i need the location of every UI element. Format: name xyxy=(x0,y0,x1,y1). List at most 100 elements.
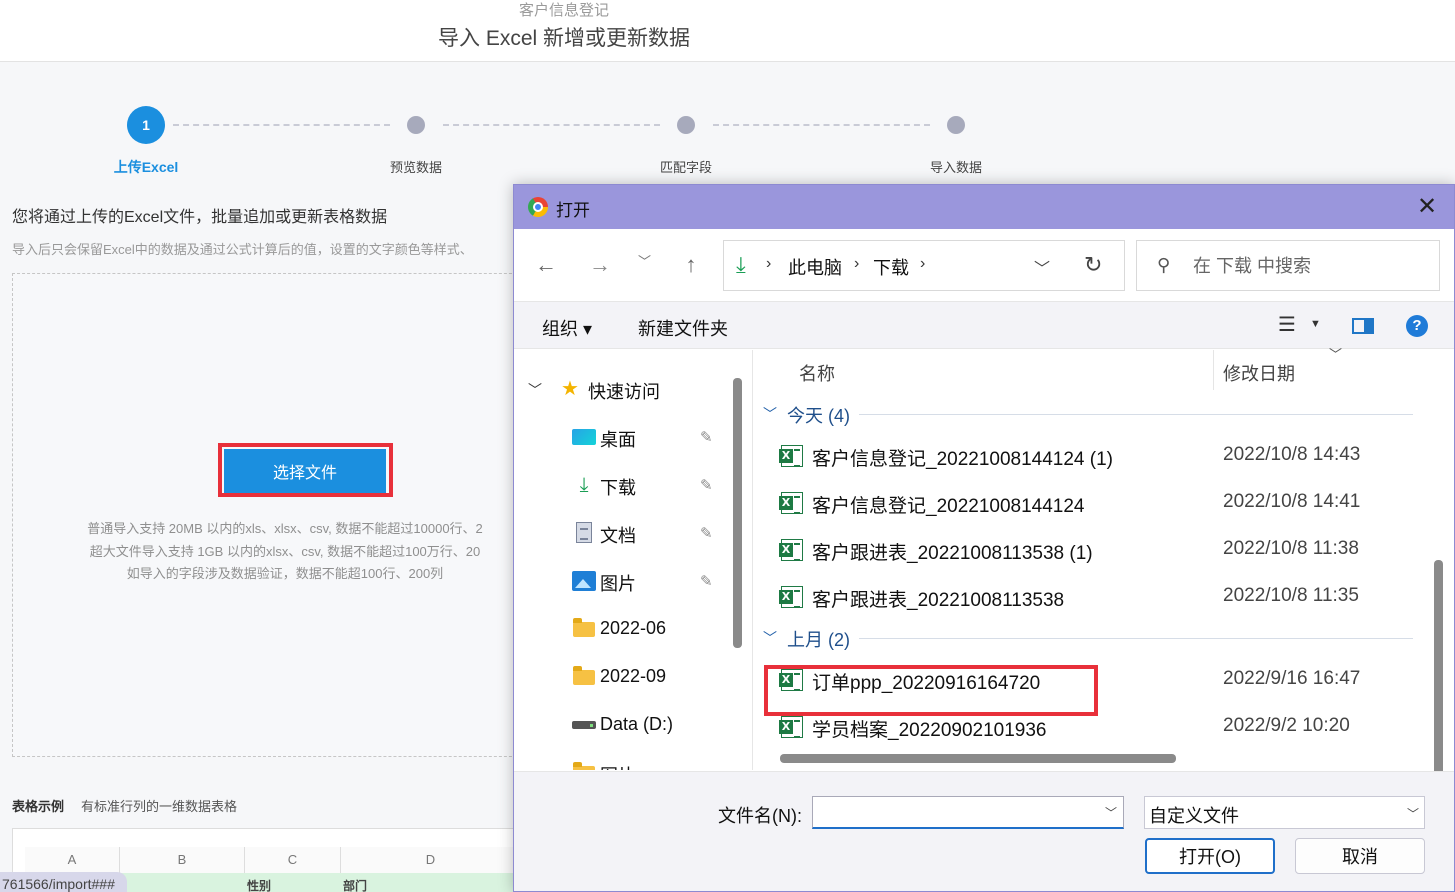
document-icon xyxy=(572,521,596,545)
step-connector xyxy=(713,124,930,126)
sidebar-item-label: Data (D:) xyxy=(600,714,674,734)
address-bar[interactable]: ⤓ › 此电脑 › 下载 › ﹀ ↻ xyxy=(723,240,1125,291)
file-list: 名称 修改日期 ﹀ ﹀ 今天 (4) 客户信息登记_20221008144124… xyxy=(752,347,1454,770)
sidebar-item-label: 文档 xyxy=(600,526,636,546)
recent-locations-chevron-icon[interactable]: ﹀ xyxy=(638,251,651,270)
step-2-label: 预览数据 xyxy=(389,160,442,175)
forward-arrow-icon[interactable]: → xyxy=(584,251,616,279)
choose-file-button[interactable]: 选择文件 xyxy=(224,449,386,493)
sidebar-scrollbar[interactable] xyxy=(733,378,742,648)
sidebar-item-pictures[interactable]: 图片 ✎ xyxy=(514,560,728,604)
sample-column-header: B xyxy=(120,847,245,873)
back-arrow-icon[interactable]: ← xyxy=(530,251,562,279)
view-options-icon[interactable]: ☰ xyxy=(1278,312,1296,337)
folder-icon xyxy=(572,665,596,689)
sidebar-item-folder-2022-09[interactable]: 2022-09 xyxy=(514,656,728,700)
navigation-bar: ← → ﹀ ↑ ⤓ › 此电脑 › 下载 › ﹀ ↻ ⚲ xyxy=(514,229,1454,301)
upload-hint-large: 超大文件导入支持 1GB 以内的xlsx、csv, 数据不能超过100万行、20 xyxy=(89,544,481,559)
preview-pane-icon[interactable] xyxy=(1352,318,1374,334)
step-3-label: 匹配字段 xyxy=(659,160,712,175)
new-folder-button[interactable]: 新建文件夹 xyxy=(638,315,728,341)
dialog-footer: 文件名(N): ﹀ 自定义文件 ﹀ 打开(O) 取消 xyxy=(514,771,1454,891)
group-header-last-month[interactable]: ﹀ 上月 (2) xyxy=(763,624,1413,654)
sidebar-item-quick-access[interactable]: ﹀ ★ 快速访问 xyxy=(514,368,728,412)
folder-icon xyxy=(572,761,596,770)
collapse-chevron-icon: ﹀ xyxy=(763,406,777,422)
app-subtitle: 客户信息登记 xyxy=(518,2,609,19)
sidebar-item-desktop[interactable]: 桌面 ✎ xyxy=(514,416,728,460)
excel-file-icon xyxy=(779,445,803,467)
group-divider xyxy=(859,414,1413,415)
up-arrow-icon[interactable]: ↑ xyxy=(675,251,707,279)
sidebar-item-documents[interactable]: 文档 ✎ xyxy=(514,512,728,556)
step-connector xyxy=(173,124,390,126)
sample-cell: 性别 xyxy=(247,879,272,892)
address-history-chevron-icon[interactable]: ﹀ xyxy=(1034,255,1050,279)
sidebar-item-folder-2022-06[interactable]: 2022-06 xyxy=(514,608,728,652)
step-3-indicator xyxy=(677,116,695,134)
search-box[interactable]: ⚲ xyxy=(1136,240,1440,291)
upload-intro: 您将通过上传的Excel文件，批量追加或更新表格数据 xyxy=(12,209,388,226)
sample-column-header: A xyxy=(25,847,120,873)
file-modified-date: 2022/9/2 10:20 xyxy=(1223,715,1350,736)
sample-cell: 部门 xyxy=(343,879,368,892)
sidebar-item-pictures-folder[interactable]: 图片 xyxy=(514,752,728,770)
view-options-caret-icon[interactable]: ▼ xyxy=(1310,318,1321,330)
sort-chevron-icon: ﹀ xyxy=(1329,347,1343,362)
sample-title: 表格示例 xyxy=(12,799,65,814)
breadcrumb-this-pc[interactable]: 此电脑 xyxy=(788,254,842,280)
sidebar-item-label: 下载 xyxy=(600,478,636,498)
expand-chevron-icon: ﹀ xyxy=(528,382,542,398)
navigation-pane: ﹀ ★ 快速访问 桌面 ✎ ⤓ 下载 ✎ 文档 ✎ 图片 ✎ 2022-06 2… xyxy=(514,350,746,770)
sidebar-item-label: 快速访问 xyxy=(588,382,660,402)
sidebar-item-data-drive[interactable]: Data (D:) xyxy=(514,704,728,748)
file-type-value: 自定义文件 xyxy=(1149,806,1239,826)
step-2-indicator xyxy=(407,116,425,134)
column-header-name[interactable]: 名称 xyxy=(799,360,835,386)
filename-history-chevron-icon[interactable]: ﹀ xyxy=(1105,804,1117,821)
breadcrumb-separator-icon: › xyxy=(854,255,860,272)
excel-file-icon xyxy=(779,586,803,608)
cancel-button[interactable]: 取消 xyxy=(1295,838,1425,874)
sidebar-item-label: 桌面 xyxy=(600,430,636,450)
file-type-select[interactable]: 自定义文件 ﹀ xyxy=(1144,796,1425,829)
folder-icon xyxy=(572,617,596,641)
download-icon: ⤓ xyxy=(579,474,589,496)
file-list-horizontal-scrollbar[interactable] xyxy=(780,754,1176,763)
pin-icon: ✎ xyxy=(700,525,713,542)
open-button[interactable]: 打开(O) xyxy=(1145,838,1275,874)
file-name: 客户跟进表_20221008113538 xyxy=(812,590,1065,611)
step-connector xyxy=(443,124,660,126)
file-list-header: 名称 修改日期 ﹀ xyxy=(753,347,1433,390)
sidebar-item-downloads[interactable]: ⤓ 下载 ✎ xyxy=(514,464,728,508)
close-icon[interactable]: ✕ xyxy=(1410,193,1444,221)
file-modified-date: 2022/10/8 11:35 xyxy=(1223,585,1359,606)
column-divider[interactable] xyxy=(1213,350,1214,390)
drive-icon xyxy=(572,713,596,737)
refresh-icon[interactable]: ↻ xyxy=(1084,252,1102,278)
help-icon[interactable]: ? xyxy=(1406,315,1428,337)
dialog-toolbar: 组织 ▾ 新建文件夹 ☰ ▼ ? xyxy=(514,301,1454,349)
sidebar-item-label: 2022-09 xyxy=(600,666,667,686)
file-row[interactable]: 客户信息登记_20221008144124 2022/10/8 14:41 xyxy=(759,483,1425,523)
pin-icon: ✎ xyxy=(700,429,713,446)
file-row[interactable]: 订单ppp_20220916164720 2022/9/16 16:47 xyxy=(759,660,1425,700)
sample-column-header: C xyxy=(245,847,341,873)
file-modified-date: 2022/10/8 11:38 xyxy=(1223,538,1359,559)
search-input[interactable] xyxy=(1193,251,1433,281)
upload-dropzone[interactable] xyxy=(12,273,532,757)
file-name: 客户信息登记_20221008144124 (1) xyxy=(812,449,1114,470)
organize-menu[interactable]: 组织 ▾ xyxy=(542,315,592,341)
column-header-date[interactable]: 修改日期 xyxy=(1223,360,1295,386)
breadcrumb-separator-icon: › xyxy=(766,255,772,272)
file-row[interactable]: 客户跟进表_20221008113538 (1) 2022/10/8 11:38 xyxy=(759,530,1425,570)
file-row[interactable]: 客户信息登记_20221008144124 (1) 2022/10/8 14:4… xyxy=(759,436,1425,476)
breadcrumb-downloads[interactable]: 下载 xyxy=(873,254,909,280)
filename-input[interactable] xyxy=(812,796,1124,829)
excel-file-icon xyxy=(779,492,803,514)
file-row[interactable]: 客户跟进表_20221008113538 2022/10/8 11:35 xyxy=(759,577,1425,617)
excel-file-icon xyxy=(779,539,803,561)
group-header-today[interactable]: ﹀ 今天 (4) xyxy=(763,400,1413,430)
file-row[interactable]: 学员档案_20220902101936 2022/9/2 10:20 xyxy=(759,707,1425,747)
sample-column-header: D xyxy=(341,847,521,873)
